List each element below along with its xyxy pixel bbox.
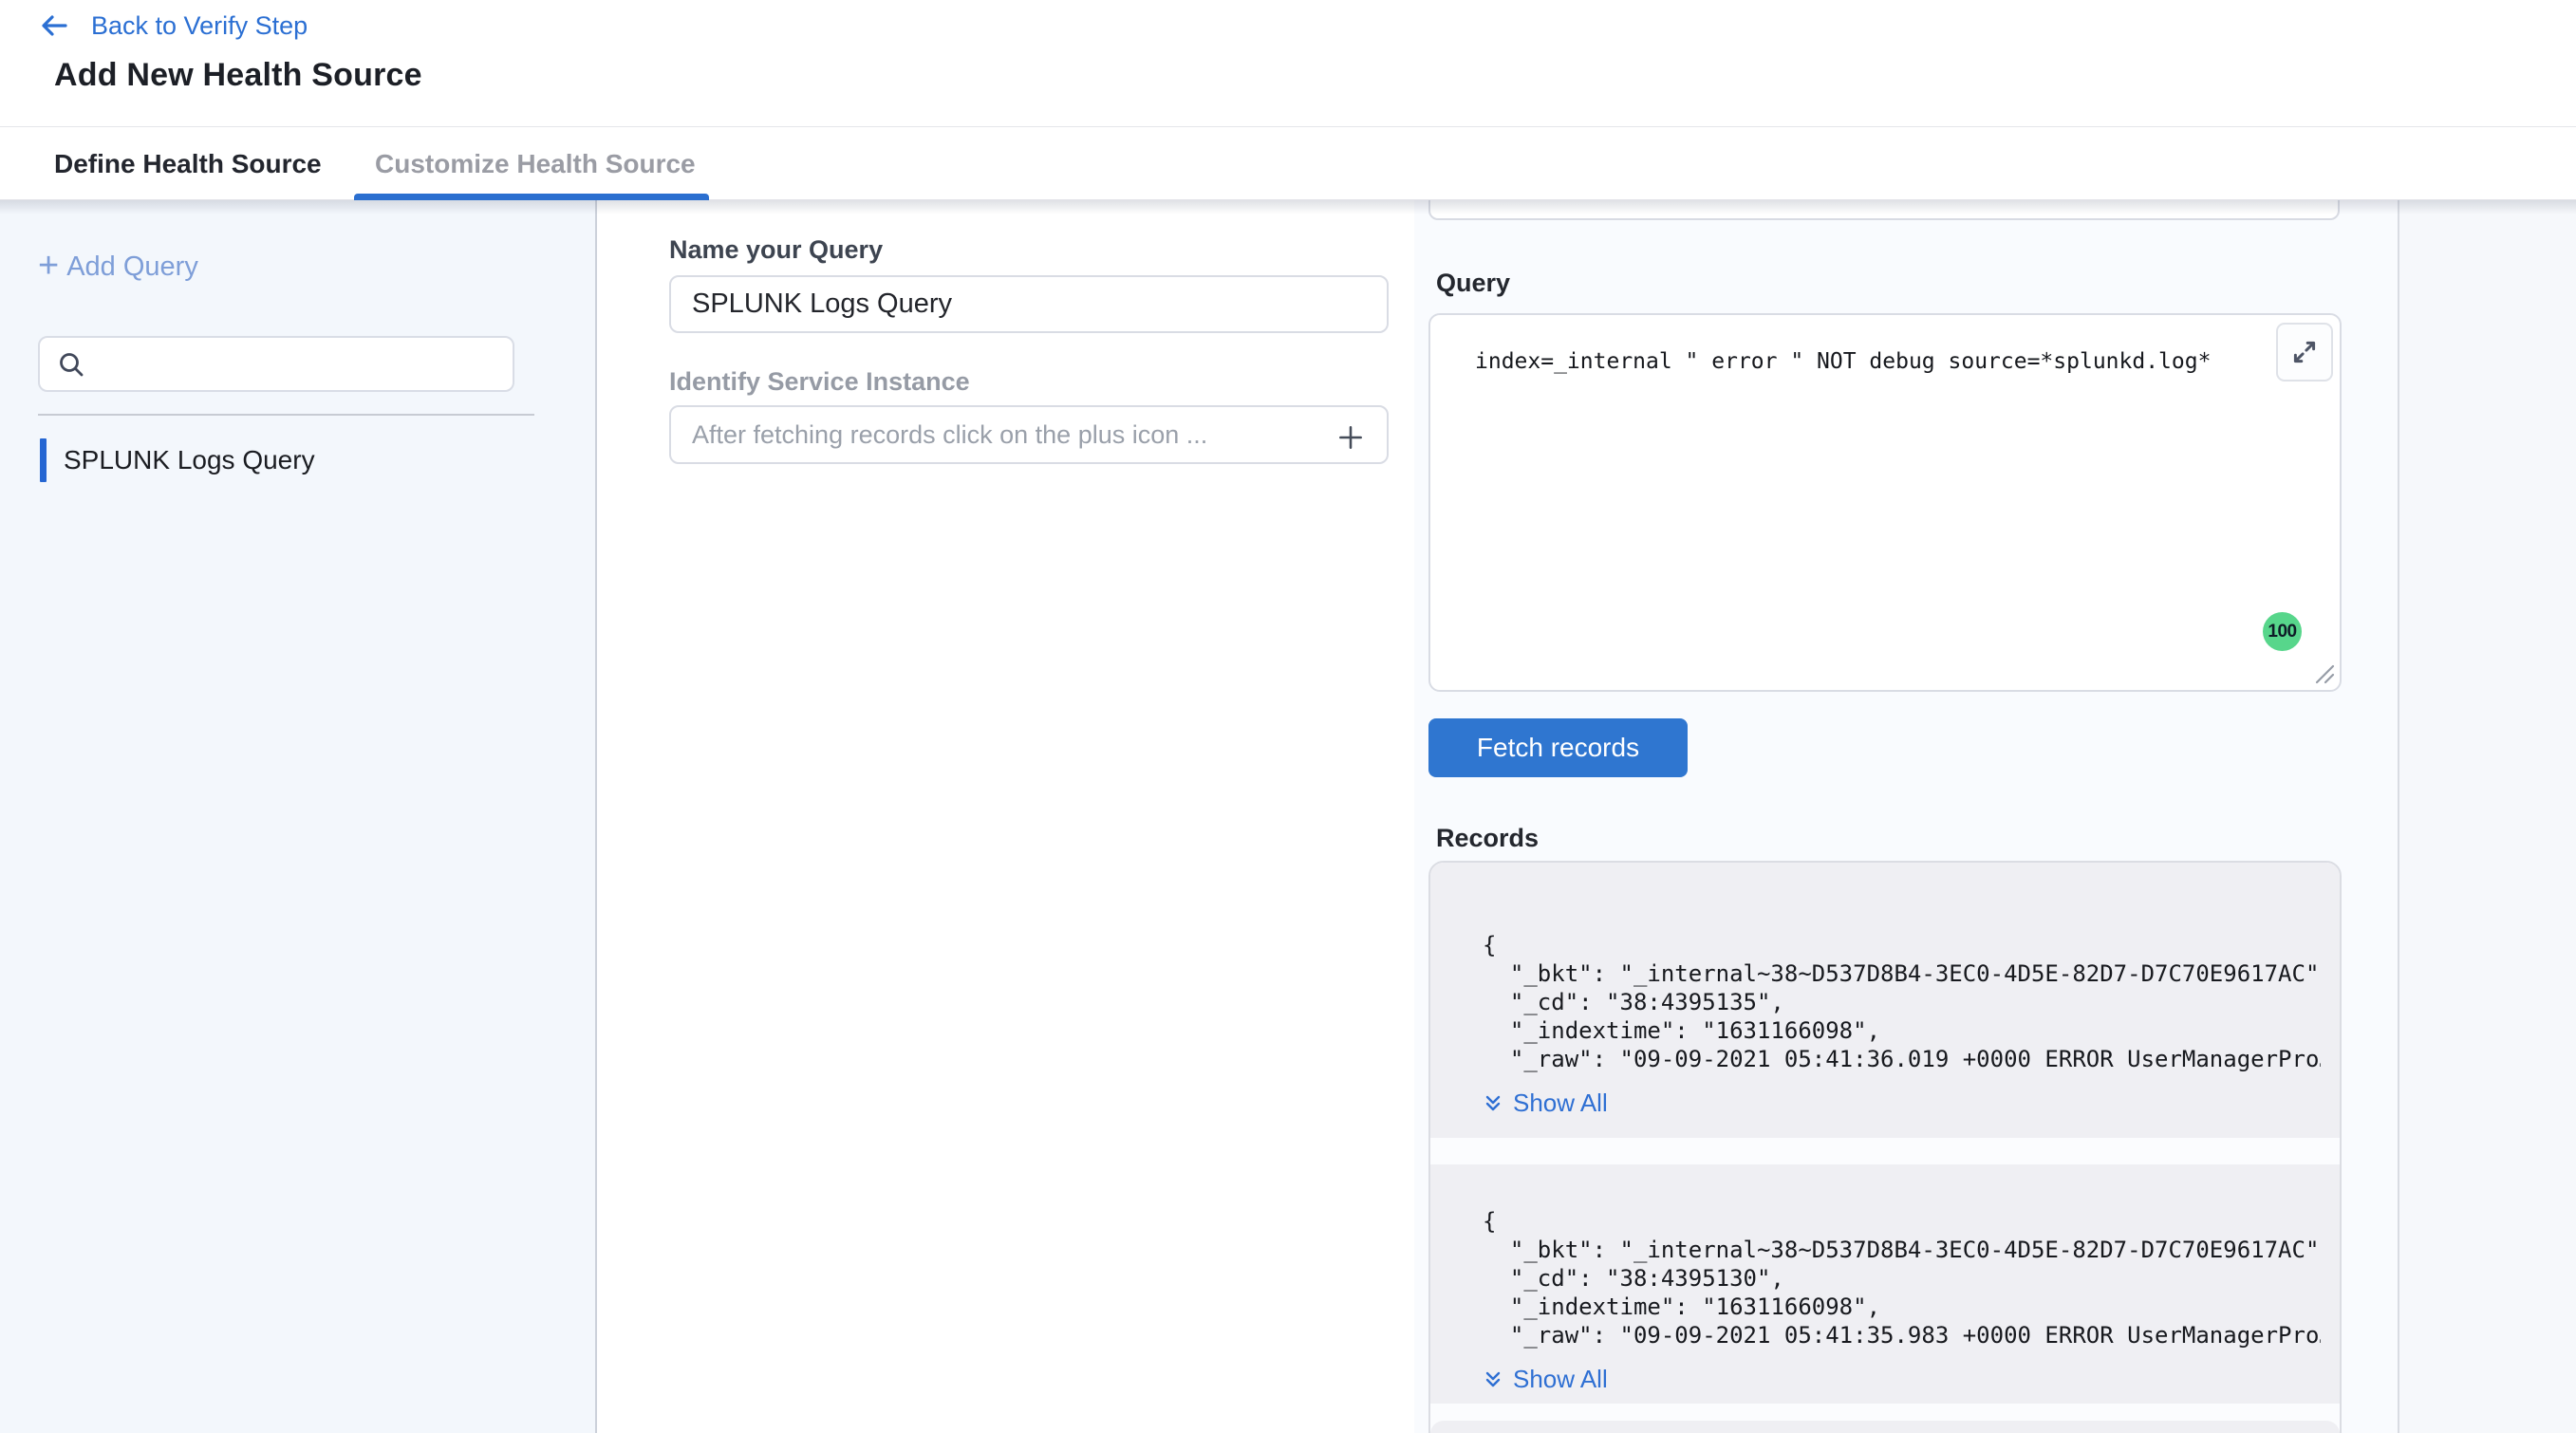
active-tab-underline [354, 194, 709, 200]
add-health-source-page: Back to Verify Step Add New Health Sourc… [0, 0, 2576, 1433]
add-query-button[interactable]: + Add Query [38, 251, 198, 284]
show-all-link[interactable]: Show All [1483, 1089, 1608, 1118]
show-all-link[interactable]: Show All [1483, 1365, 1608, 1394]
show-all-label: Show All [1513, 1089, 1608, 1118]
record-json-line: "_bkt": "_internal~38~D537D8B4-3EC0-4D5E… [1483, 959, 2321, 988]
name-query-label: Name your Query [669, 235, 883, 265]
resize-handle[interactable] [2308, 661, 2337, 686]
query-label: Query [1436, 269, 1510, 298]
record-json-line: "_cd": "38:4395135", [1483, 988, 2321, 1016]
double-chevron-down-icon [1483, 1093, 1503, 1114]
record-json-line: { [1483, 1207, 2321, 1236]
add-query-label: Add Query [66, 251, 198, 283]
query-input[interactable]: index=_internal " error " NOT debug sour… [1475, 345, 2254, 378]
service-instance-label: Identify Service Instance [669, 367, 970, 397]
name-query-input[interactable] [669, 275, 1389, 333]
record-card: { "_bkt": "_internal~38~D537D8B4-3EC0-4D… [1430, 863, 2340, 1138]
sidebar-divider [38, 414, 534, 416]
query-search-box [38, 336, 514, 392]
plus-icon: + [38, 248, 59, 284]
record-json-line: "_indextime": "1631166098", [1483, 1293, 2321, 1321]
page-header: Back to Verify Step Add New Health Sourc… [0, 0, 2576, 126]
query-item-label: SPLUNK Logs Query [64, 445, 315, 475]
search-input[interactable] [99, 349, 513, 379]
back-to-verify-step-link[interactable]: Back to Verify Step [38, 9, 308, 42]
service-instance-input[interactable] [669, 405, 1389, 464]
selected-indicator-bar [40, 438, 47, 482]
record-json-line: "_indextime": "1631166098", [1483, 1016, 2321, 1045]
record-json-line: "_bkt": "_internal~38~D537D8B4-3EC0-4D5E… [1483, 1236, 2321, 1264]
double-chevron-down-icon [1483, 1369, 1503, 1390]
records-panel: { "_bkt": "_internal~38~D537D8B4-3EC0-4D… [1428, 861, 2342, 1433]
record-json-line: "_raw": "09-09-2021 05:41:36.019 +0000 E… [1483, 1045, 2321, 1073]
page-title: Add New Health Source [54, 57, 422, 94]
record-json-line: "_cd": "38:4395130", [1483, 1264, 2321, 1293]
expand-icon [2289, 337, 2320, 367]
show-all-label: Show All [1513, 1365, 1608, 1394]
record-count-badge: 100 [2263, 612, 2302, 651]
right-margin-panel [2398, 200, 2576, 1433]
record-card [1430, 1421, 2340, 1433]
record-json-line: "_raw": "09-09-2021 05:41:35.983 +0000 E… [1483, 1321, 2321, 1349]
expand-query-button[interactable] [2276, 323, 2333, 382]
back-link-label: Back to Verify Step [91, 11, 308, 41]
search-icon [57, 350, 85, 379]
sidebar-item-splunk-logs-query[interactable]: SPLUNK Logs Query [40, 438, 315, 482]
record-card: { "_bkt": "_internal~38~D537D8B4-3EC0-4D… [1430, 1164, 2340, 1404]
record-json-line: { [1483, 931, 2321, 959]
plus-icon [1335, 422, 1366, 453]
tab-define-health-source[interactable]: Define Health Source [54, 127, 322, 200]
query-editor: index=_internal " error " NOT debug sour… [1428, 313, 2342, 692]
add-service-instance-button[interactable] [1334, 420, 1368, 455]
wizard-tab-bar: Define Health Source Customize Health So… [0, 126, 2576, 200]
back-arrow-icon [38, 9, 70, 42]
tab-customize-health-source[interactable]: Customize Health Source [375, 127, 696, 200]
records-label: Records [1436, 824, 1539, 853]
fetch-records-button[interactable]: Fetch records [1428, 718, 1688, 777]
